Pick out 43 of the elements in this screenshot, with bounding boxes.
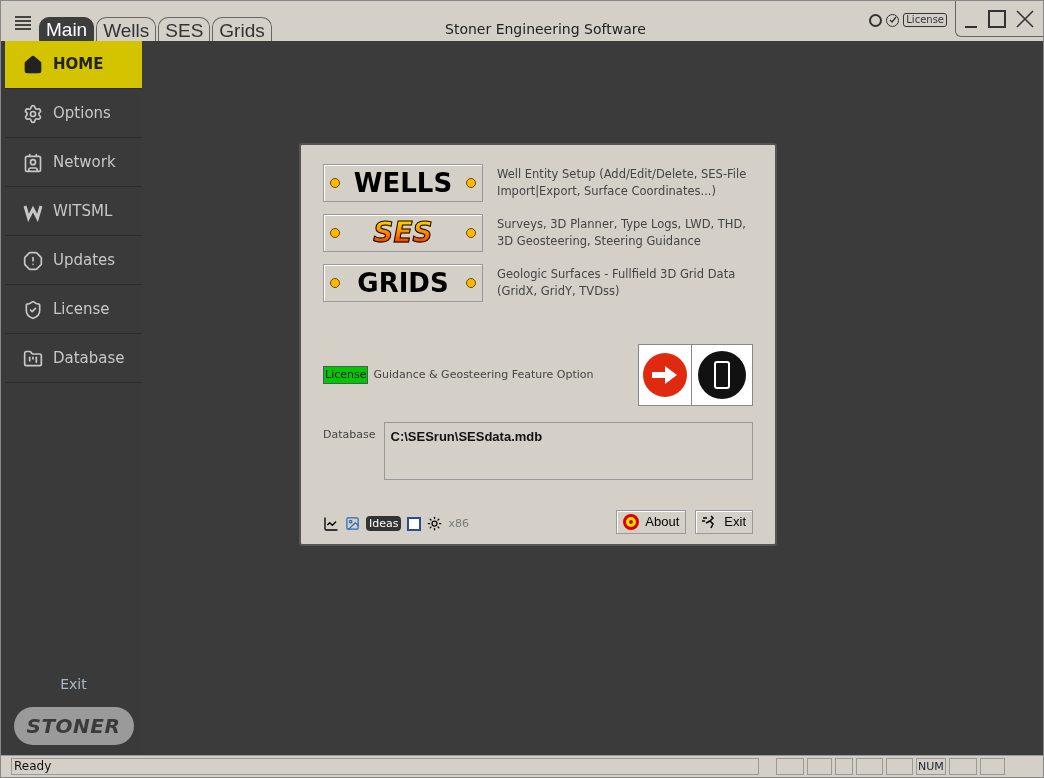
image-icon[interactable] xyxy=(345,516,360,532)
license-status: License xyxy=(323,365,369,385)
module-description: Surveys, 3D Planner, Type Logs, LWD, THD, 3D Geosteering, Steering Guidance xyxy=(497,216,747,250)
module-description: Geologic Surfaces - Fullfield 3D Grid Data (GridX, GridY, TVDss) xyxy=(497,266,737,300)
architecture-label: x86 xyxy=(448,515,469,532)
window-icon[interactable] xyxy=(407,516,422,531)
license-feature-text: Guidance & Geosteering Feature Option xyxy=(373,366,595,383)
tab[interactable]: Wells xyxy=(96,17,157,41)
license-badge: License xyxy=(903,13,947,27)
num-lock-indicator: NUM xyxy=(916,758,946,775)
exit-button[interactable]: Exit xyxy=(695,510,753,534)
tab[interactable]: Main xyxy=(39,17,95,41)
status-panel xyxy=(835,758,853,775)
status-panel xyxy=(979,758,1005,775)
company-logo: STONER xyxy=(13,707,134,745)
window-title: Stoner Engineering Software xyxy=(445,20,646,39)
alert-icon xyxy=(23,250,43,271)
status-panel xyxy=(856,758,883,775)
module-button[interactable]: GRIDS xyxy=(323,264,483,302)
about-button[interactable]: About xyxy=(616,510,687,534)
module-description: Well Entity Setup (Add/Edit/Delete, SES-File Import|Export, Surface Coordinates...) xyxy=(497,166,748,200)
tab[interactable]: Grids xyxy=(212,17,272,41)
tab[interactable]: SES xyxy=(158,17,211,41)
chart-icon[interactable] xyxy=(323,515,339,532)
exit-link[interactable]: Exit xyxy=(60,674,87,695)
shield-icon xyxy=(23,299,43,320)
status-panel xyxy=(886,758,913,775)
database-label: Database xyxy=(323,428,376,442)
status-panel xyxy=(776,758,804,775)
ideas-button[interactable]: Ideas xyxy=(366,516,402,532)
close-button[interactable] xyxy=(1016,9,1035,28)
settings-icon xyxy=(23,103,43,124)
home-icon xyxy=(23,54,43,75)
menu-icon[interactable] xyxy=(15,15,31,31)
database-path-field: C:\SESrun\SESdata.mdb xyxy=(383,422,753,480)
status-panel xyxy=(948,758,977,775)
target-icon xyxy=(623,514,640,530)
module-button[interactable]: WELLS xyxy=(323,164,483,202)
status-text: Ready xyxy=(11,758,759,775)
sidebar-item[interactable]: HOME xyxy=(5,41,142,89)
maximize-button[interactable] xyxy=(988,9,1007,28)
status-panel xyxy=(807,758,832,775)
sun-icon[interactable] xyxy=(427,516,443,532)
